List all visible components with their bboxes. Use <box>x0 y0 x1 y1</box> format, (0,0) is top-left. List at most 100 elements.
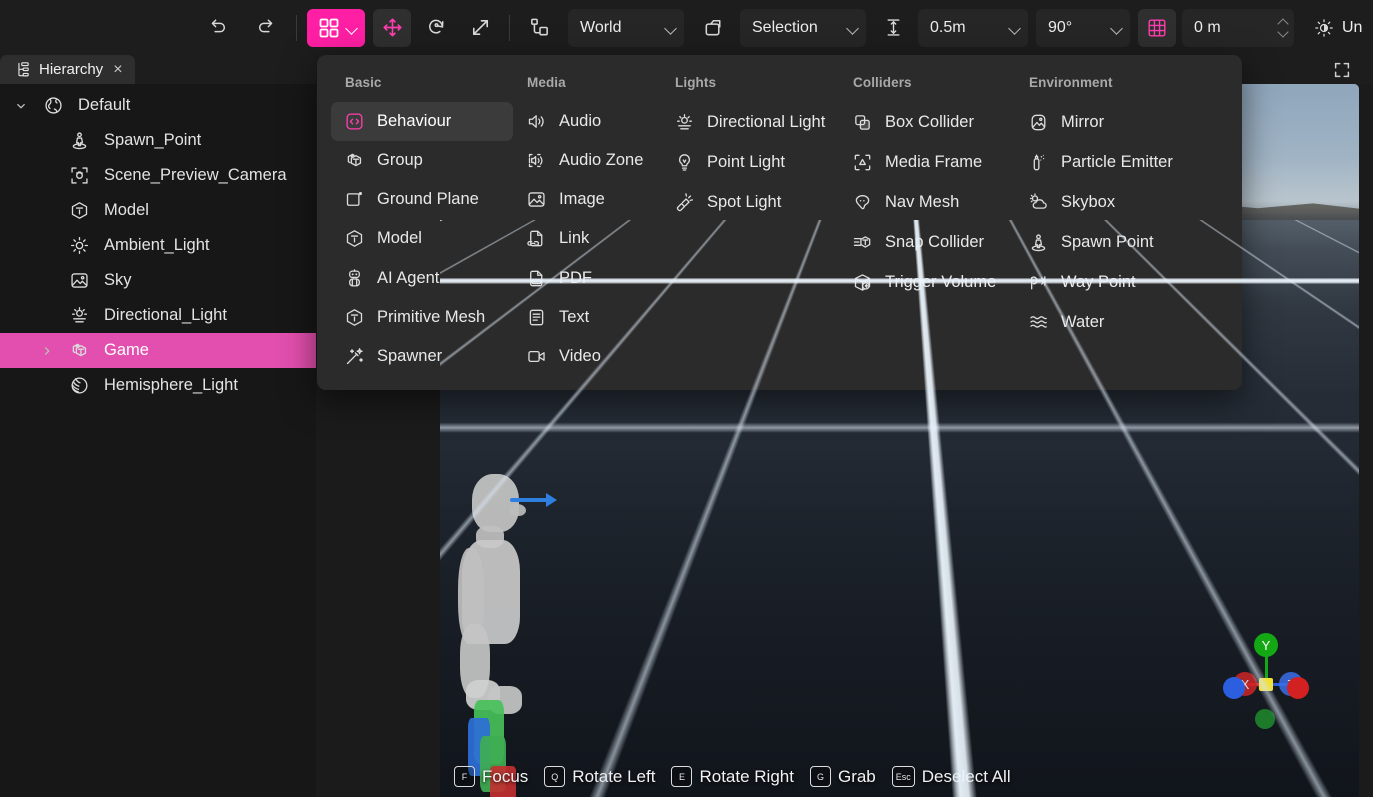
menu-item-image[interactable]: Image <box>513 180 661 219</box>
menu-item-spot-light[interactable]: Spot Light <box>661 182 839 222</box>
grid-toggle-button[interactable] <box>1138 9 1176 47</box>
hierarchy-panel: Hierarchy × DefaultSpawn_PointScene_Prev… <box>0 55 316 797</box>
hierarchy-tabbar: Hierarchy × <box>0 55 316 84</box>
menu-item-group[interactable]: Group <box>331 141 513 180</box>
menu-item-box-collider[interactable]: Box Collider <box>839 102 1015 142</box>
rotate-tool-button[interactable] <box>417 9 455 47</box>
hierarchy-item-model[interactable]: Model <box>0 193 316 228</box>
water-icon <box>1027 311 1049 333</box>
hierarchy-item-spawn-point[interactable]: Spawn_Point <box>0 123 316 158</box>
menu-item-spawn-point[interactable]: Spawn Point <box>1015 222 1205 262</box>
media-frame-icon <box>851 151 873 173</box>
chevron-down-icon[interactable] <box>8 99 34 113</box>
robot-icon <box>343 267 365 289</box>
menu-item-label: Particle Emitter <box>1061 153 1173 172</box>
menu-item-ai-agent[interactable]: AI Agent <box>331 259 513 298</box>
hierarchy-item-game[interactable]: Game <box>0 333 316 368</box>
menu-item-label: Way Point <box>1061 273 1136 292</box>
height-stepper[interactable]: 0 m <box>1182 9 1294 47</box>
undo-button[interactable] <box>198 9 236 47</box>
angle-snap-dropdown[interactable]: 90° <box>1036 9 1130 47</box>
menu-item-audio-zone[interactable]: Audio Zone <box>513 141 661 180</box>
expand-viewport-button[interactable] <box>1333 61 1351 79</box>
gizmo-neg-x-ball[interactable] <box>1223 677 1245 699</box>
stepper-down-icon[interactable] <box>1276 28 1290 38</box>
gizmo-center[interactable] <box>1259 678 1273 691</box>
menu-item-label: Skybox <box>1061 193 1115 212</box>
redo-icon <box>256 17 278 39</box>
hierarchy-item-ambient-light[interactable]: Ambient_Light <box>0 228 316 263</box>
tab-hierarchy-label: Hierarchy <box>39 61 103 78</box>
duplicate-button[interactable] <box>694 9 732 47</box>
tab-hierarchy[interactable]: Hierarchy × <box>0 55 135 84</box>
menu-item-label: Ground Plane <box>377 190 479 209</box>
chevron-down-icon <box>1110 21 1124 35</box>
menu-item-media-frame[interactable]: Media Frame <box>839 142 1015 182</box>
menu-item-primitive-mesh[interactable]: Primitive Mesh <box>331 298 513 337</box>
hierarchy-item-scene-preview-camera[interactable]: Scene_Preview_Camera <box>0 158 316 193</box>
space-dropdown[interactable]: World <box>568 9 684 47</box>
menu-item-behaviour[interactable]: Behaviour <box>331 102 513 141</box>
add-object-button[interactable] <box>307 9 365 47</box>
menu-item-way-point[interactable]: Way Point <box>1015 262 1205 302</box>
menu-item-label: Link <box>559 229 589 248</box>
shortcut-label-rotate-left: Rotate Left <box>572 767 655 787</box>
chevron-right-icon[interactable] <box>34 344 60 358</box>
menu-item-water[interactable]: Water <box>1015 302 1205 342</box>
hierarchy-item-default[interactable]: Default <box>0 88 316 123</box>
duplicate-icon <box>702 16 725 39</box>
menu-item-nav-mesh[interactable]: Nav Mesh <box>839 182 1015 222</box>
menu-item-point-light[interactable]: Point Light <box>661 142 839 182</box>
avatar-model[interactable] <box>450 474 570 797</box>
hierarchy-tree: DefaultSpawn_PointScene_Preview_CameraMo… <box>0 84 316 403</box>
menu-item-spawner[interactable]: Spawner <box>331 337 513 376</box>
menu-item-trigger-volume[interactable]: Trigger Volume <box>839 262 1015 302</box>
grid-squares-icon <box>317 16 341 40</box>
menu-item-label: Mirror <box>1061 113 1104 132</box>
menu-column-header: Lights <box>661 71 839 102</box>
menu-item-text[interactable]: Text <box>513 298 661 337</box>
box-collider-icon <box>851 111 873 133</box>
hierarchy-item-directional-light[interactable]: Directional_Light <box>0 298 316 333</box>
chevron-down-icon <box>345 21 359 35</box>
menu-column-header: Basic <box>331 71 513 102</box>
speaker-icon <box>525 111 547 133</box>
height-stepper-arrows[interactable] <box>1268 17 1290 38</box>
menu-item-model[interactable]: Model <box>331 219 513 258</box>
menu-item-ground-plane[interactable]: Ground Plane <box>331 180 513 219</box>
shortcut-key-deselect-all: Esc <box>892 766 915 787</box>
gizmo-neg-y-ball[interactable] <box>1255 709 1275 729</box>
pivot-dropdown[interactable]: Selection <box>740 9 866 47</box>
menu-item-skybox[interactable]: Skybox <box>1015 182 1205 222</box>
menu-item-label: Audio Zone <box>559 151 643 170</box>
main-toolbar: World Selection <box>0 0 1373 55</box>
menu-item-directional-light[interactable]: Directional Light <box>661 102 839 142</box>
redo-button[interactable] <box>248 9 286 47</box>
skybox-icon <box>1027 191 1049 213</box>
axis-gizmo[interactable]: Y X Z <box>1207 629 1317 729</box>
menu-item-audio[interactable]: Audio <box>513 102 661 141</box>
undo-icon <box>206 17 228 39</box>
close-tab-icon[interactable]: × <box>111 62 124 78</box>
menu-item-video[interactable]: Video <box>513 337 661 376</box>
menu-item-mirror[interactable]: Mirror <box>1015 102 1205 142</box>
scale-tool-button[interactable] <box>461 9 499 47</box>
snap-vertical-button[interactable] <box>874 9 912 47</box>
hierarchy-item-hemisphere-light[interactable]: Hemisphere_Light <box>0 368 316 403</box>
menu-item-link[interactable]: Link <box>513 219 661 258</box>
chevron-down-icon <box>846 21 860 35</box>
menu-item-snap-collider[interactable]: Snap Collider <box>839 222 1015 262</box>
rotate-icon <box>425 16 448 39</box>
hierarchy-item-sky[interactable]: Sky <box>0 263 316 298</box>
grid-size-dropdown[interactable]: 0.5m <box>918 9 1028 47</box>
menu-item-pdf[interactable]: PDF <box>513 259 661 298</box>
bulb-icon <box>673 151 695 173</box>
move-tool-button[interactable] <box>373 9 411 47</box>
menu-item-label: Directional Light <box>707 113 825 132</box>
parent-tool-button[interactable] <box>520 9 558 47</box>
menu-column-header: Media <box>513 71 661 102</box>
mesh-icon <box>343 306 365 328</box>
menu-item-particle-emitter[interactable]: Particle Emitter <box>1015 142 1205 182</box>
gizmo-neg-z-ball[interactable] <box>1287 677 1309 699</box>
lighting-mode-button[interactable]: Un <box>1308 9 1368 47</box>
